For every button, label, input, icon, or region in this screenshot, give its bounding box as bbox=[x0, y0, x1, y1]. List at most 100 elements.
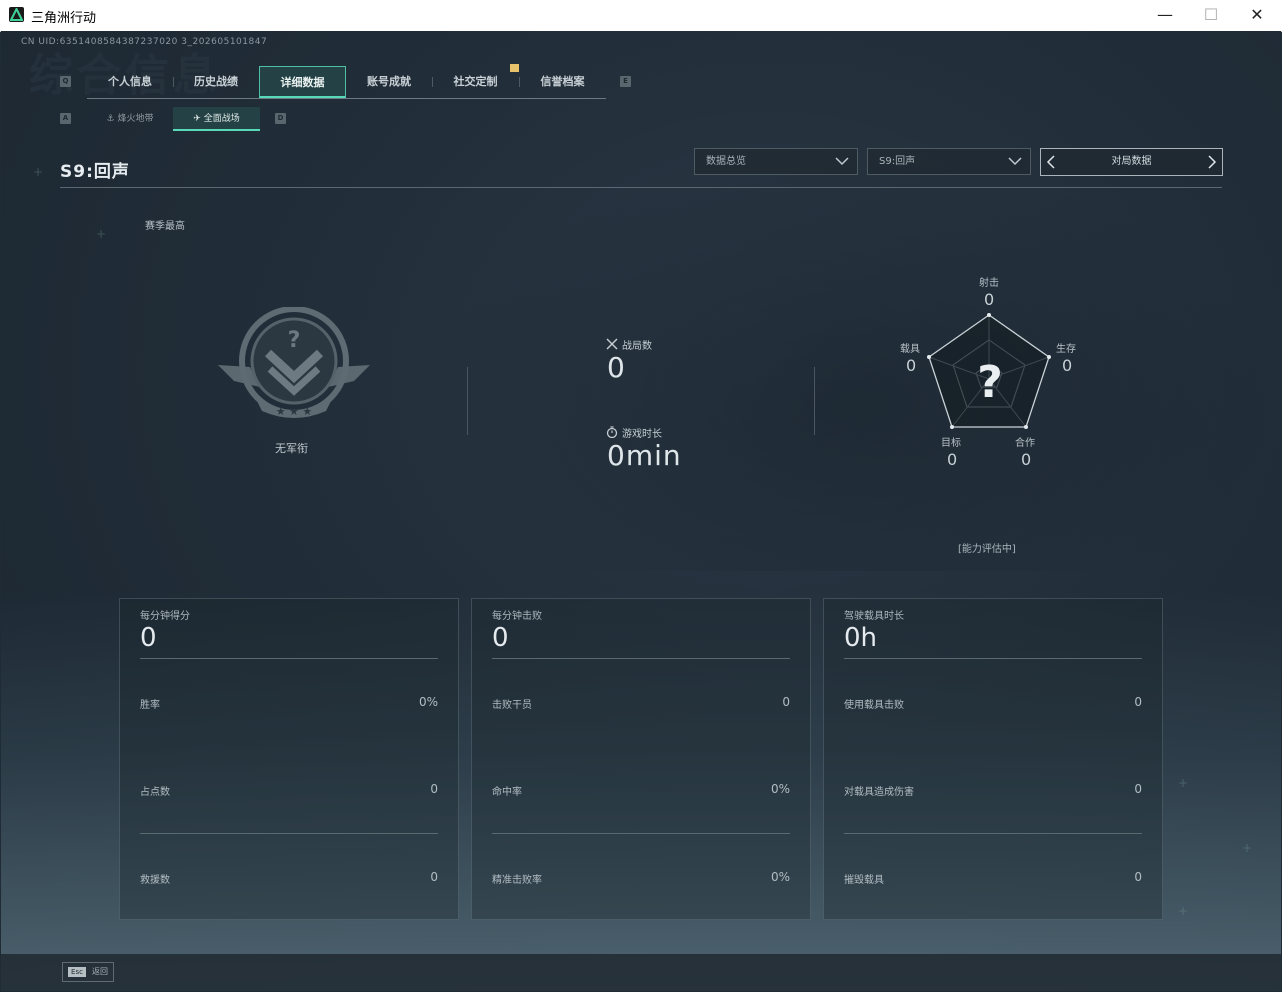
captures-label: 占点数 bbox=[140, 787, 170, 798]
key-hint-d: D bbox=[275, 113, 286, 124]
decor-plus: + bbox=[1242, 841, 1253, 855]
rank-emblem-icon: ? ★ ★ ★ bbox=[218, 307, 370, 418]
divider bbox=[814, 367, 815, 435]
season-dropdown[interactable]: S9:回声 bbox=[867, 148, 1031, 175]
anchor-icon: ⚓ bbox=[106, 114, 115, 124]
svg-text:★ ★ ★: ★ ★ ★ bbox=[276, 405, 313, 418]
win-rate-value: 0% bbox=[418, 695, 438, 709]
panel-title: 驾驶载具时长 bbox=[844, 611, 904, 622]
radar-value-objective: 0 bbox=[947, 450, 958, 469]
tab-achievements[interactable]: 账号成就 bbox=[346, 66, 432, 98]
radar-value-survival: 0 bbox=[1062, 356, 1073, 375]
radar-unknown-mark: ? bbox=[977, 357, 1003, 408]
matches-label: 战局数 bbox=[622, 341, 652, 352]
key-hint-q: Q bbox=[60, 76, 71, 87]
accuracy-label: 命中率 bbox=[492, 787, 522, 798]
tab-personal-info[interactable]: 个人信息 bbox=[87, 66, 173, 98]
radar-label-objective: 目标 bbox=[941, 438, 961, 449]
rank-name: 无军衔 bbox=[275, 442, 308, 455]
vehicles-destroyed-value: 0 bbox=[1134, 870, 1142, 884]
vehicle-damage-value: 0 bbox=[1134, 782, 1142, 796]
rescues-value: 0 bbox=[430, 870, 438, 884]
decor-plus: + bbox=[96, 227, 107, 241]
overview-dropdown[interactable]: 数据总览 bbox=[694, 148, 858, 175]
dropdown-value: S9:回声 bbox=[879, 156, 916, 167]
tab-detailed-data[interactable]: 详细数据 bbox=[259, 66, 346, 98]
subtab-extraction[interactable]: ⚓ 烽火地带 bbox=[87, 107, 173, 131]
close-button[interactable]: ✕ bbox=[1234, 0, 1280, 31]
vehicle-kills-label: 使用载具击败 bbox=[844, 700, 904, 711]
key-hint-a: A bbox=[60, 113, 71, 124]
radar-label-shooting: 射击 bbox=[979, 278, 999, 289]
decor-plus: + bbox=[1178, 904, 1189, 918]
radar-value-vehicle: 0 bbox=[906, 356, 917, 375]
panel-divider bbox=[492, 658, 790, 659]
notification-badge bbox=[510, 64, 519, 72]
radar-label-vehicle: 载具 bbox=[900, 344, 920, 355]
ability-assessment-status: [能力评估中] bbox=[958, 544, 1016, 555]
panel-divider bbox=[492, 833, 790, 834]
maximize-button[interactable]: ☐ bbox=[1188, 0, 1234, 31]
vehicle-damage-label: 对载具造成伤害 bbox=[844, 787, 914, 798]
panel-divider bbox=[140, 658, 438, 659]
panel-divider bbox=[844, 833, 1142, 834]
esc-key-icon: Esc bbox=[68, 967, 86, 977]
decor-plus: + bbox=[1178, 776, 1189, 790]
panel-title: 每分钟得分 bbox=[140, 611, 190, 622]
panel-value: 0h bbox=[844, 623, 878, 653]
delta-force-logo-icon bbox=[9, 7, 24, 22]
dropdown-value: 数据总览 bbox=[706, 156, 746, 167]
panel-divider bbox=[140, 833, 438, 834]
radar-value-shooting: 0 bbox=[984, 290, 995, 309]
tab-history[interactable]: 历史战绩 bbox=[173, 66, 259, 98]
operator-kills-label: 击败干员 bbox=[492, 700, 532, 711]
window-titlebar: 三角洲行动 — ☐ ✕ bbox=[0, 0, 1282, 32]
radar-label-survival: 生存 bbox=[1056, 344, 1076, 355]
svg-text:?: ? bbox=[288, 328, 301, 353]
panel-value: 0 bbox=[140, 623, 157, 653]
tab-credit-record[interactable]: 信誉档案 bbox=[519, 66, 606, 98]
chevron-right-icon[interactable] bbox=[1207, 155, 1217, 169]
stopwatch-icon bbox=[606, 426, 618, 438]
header-divider bbox=[60, 187, 1222, 188]
game-viewport: 综合信息 + + + + + CN UID:635140858438723702… bbox=[1, 31, 1281, 991]
player-uid: CN UID:6351408584387237020 3_20260510184… bbox=[21, 37, 268, 47]
headshot-rate-label: 精准击败率 bbox=[492, 875, 542, 886]
main-tab-bar: 个人信息 历史战绩 详细数据 账号成就 社交定制 信誉档案 bbox=[87, 66, 606, 99]
window-title: 三角洲行动 bbox=[31, 11, 97, 26]
data-type-label: 对局数据 bbox=[1111, 156, 1152, 167]
divider bbox=[467, 367, 468, 435]
operator-kills-value: 0 bbox=[782, 695, 790, 709]
back-button[interactable]: Esc 返回 bbox=[62, 962, 114, 982]
kills-panel: 每分钟击败 0 击败干员 0 命中率 0% 精准击败率 0% bbox=[471, 598, 811, 920]
vehicles-destroyed-label: 摧毁载具 bbox=[844, 875, 884, 886]
accuracy-value: 0% bbox=[770, 782, 790, 796]
season-high-label: 赛季最高 bbox=[145, 221, 185, 232]
plane-icon: ✈ bbox=[193, 114, 201, 124]
subtab-warfare[interactable]: ✈ 全面战场 bbox=[173, 107, 260, 131]
matches-value: 0 bbox=[607, 351, 626, 384]
background-scenery bbox=[421, 151, 1281, 571]
playtime-label: 游戏时长 bbox=[622, 429, 662, 440]
score-panel: 每分钟得分 0 胜率 0% 占点数 0 救援数 0 bbox=[119, 598, 459, 920]
panel-value: 0 bbox=[492, 623, 509, 653]
radar-value-teamwork: 0 bbox=[1021, 450, 1032, 469]
decor-plus: + bbox=[33, 165, 44, 179]
key-hint-e: E bbox=[620, 76, 631, 87]
vehicle-panel: 驾驶载具时长 0h 使用载具击败 0 对载具造成伤害 0 摧毁载具 0 bbox=[823, 598, 1163, 920]
subtab-label: 全面战场 bbox=[203, 114, 240, 124]
crossed-swords-icon bbox=[606, 338, 618, 350]
panel-divider bbox=[844, 658, 1142, 659]
page-title: S9:回声 bbox=[60, 162, 130, 182]
panel-title: 每分钟击败 bbox=[492, 611, 542, 622]
bottom-bar bbox=[1, 954, 1281, 991]
playtime-value: 0min bbox=[607, 439, 682, 472]
captures-value: 0 bbox=[430, 782, 438, 796]
chevron-down-icon bbox=[1008, 157, 1022, 166]
chevron-down-icon bbox=[835, 157, 849, 166]
back-label: 返回 bbox=[92, 967, 108, 976]
ability-radar-chart: ? bbox=[927, 313, 1051, 429]
tab-social-custom[interactable]: 社交定制 bbox=[432, 66, 519, 98]
minimize-button[interactable]: — bbox=[1142, 0, 1188, 31]
data-type-switcher: 对局数据 bbox=[1040, 148, 1223, 176]
